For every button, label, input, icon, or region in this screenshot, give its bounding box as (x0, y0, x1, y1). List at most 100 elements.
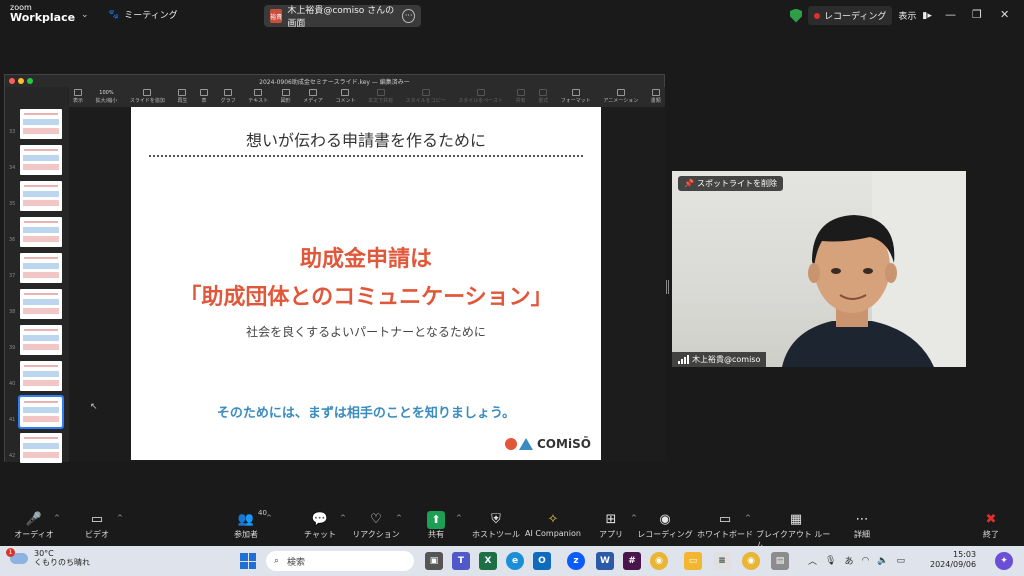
toolbar-glyph-icon (516, 89, 525, 96)
word-icon[interactable]: W (596, 552, 614, 570)
keynote-tool-label: フォーマット (560, 98, 591, 104)
microphone-icon[interactable]: 🎙 (825, 556, 836, 566)
toolbar-glyph-icon (74, 89, 82, 96)
chrome-profile-icon[interactable]: ◉ (742, 552, 760, 570)
keynote-tool-3[interactable]: 再生 (177, 87, 187, 107)
participant-name: 木上裕貴@comiso (692, 355, 761, 364)
windows-taskbar: 1 30°C くもりのち晴れ ⌕ 検索 ▣ T X e O z W # ◉ ▭ … (0, 546, 1024, 576)
keynote-tool-0[interactable]: 表示 (73, 87, 83, 107)
taskbar-search[interactable]: ⌕ 検索 (266, 551, 414, 571)
toolbar-button-close[interactable]: ✖ 終了 (951, 511, 1024, 540)
meeting-button[interactable]: 🐾 ミーティング (108, 8, 178, 22)
keynote-tool-15[interactable]: フォーマット (561, 87, 591, 107)
outlook-icon[interactable]: O (533, 552, 551, 570)
weather-widget[interactable]: 1 30°C くもりのち晴れ (6, 548, 90, 568)
screen-share-indicator[interactable]: 裕貴 木上裕貴@comiso さんの画面 ··· (264, 5, 421, 29)
cloud-icon: 1 (6, 548, 28, 565)
keynote-tool-4[interactable]: 表 (200, 87, 209, 107)
teams-icon[interactable]: T (452, 552, 470, 570)
toolbar-glyph-icon (200, 89, 209, 96)
toolbar-button-label: リアクション (352, 530, 400, 539)
minimize-icon[interactable]: — (945, 8, 956, 21)
app-icon[interactable]: ▤ (771, 552, 789, 570)
zoom-dot-icon[interactable] (27, 78, 33, 84)
toolbar-glyph-icon (539, 89, 548, 96)
keynote-tool-8[interactable]: メディア (303, 87, 323, 107)
close-icon: ✖ (985, 512, 997, 527)
keynote-tool-label: 表 (201, 98, 207, 104)
slack-icon[interactable]: # (623, 552, 641, 570)
volume-icon[interactable]: 🔈 (877, 556, 888, 566)
edge-icon[interactable]: e (506, 552, 524, 570)
keynote-tool-17[interactable]: 書類 (651, 87, 661, 107)
speaker-video-tile[interactable]: 📌 スポットライトを削除 木上裕貴@comiso (672, 171, 966, 367)
toolbar-button-participants[interactable]: 👥 参加者 (206, 511, 286, 540)
slide-thumbnail[interactable] (20, 361, 62, 391)
toolbar-button-whiteboard[interactable]: ▭ ホワイトボード (685, 511, 765, 540)
slide-heading: 想いが伝わる申請書を作るために (245, 131, 486, 150)
slide-thumbnail[interactable] (20, 145, 62, 175)
view-button[interactable]: 表示 (898, 9, 916, 22)
slide-thumbnail[interactable] (20, 325, 62, 355)
slide-thumbnail[interactable] (20, 289, 62, 319)
task-view-icon[interactable]: ▣ (425, 552, 443, 570)
excel-icon[interactable]: X (479, 552, 497, 570)
keynote-tool-10[interactable]: 本文で共有 (368, 87, 393, 107)
slide-thumbnail[interactable] (20, 253, 62, 283)
close-icon[interactable]: ✕ (1000, 8, 1009, 21)
toolbar-button-more[interactable]: ⋯ 詳細 (822, 511, 902, 540)
minimize-dot-icon[interactable] (18, 78, 24, 84)
mic-muted-icon: 🎤 (25, 512, 43, 527)
resize-handle[interactable] (666, 280, 669, 294)
keynote-tool-12[interactable]: スタイルをペースト (458, 87, 503, 107)
toolbar-button-video[interactable]: ▭ ビデオ (57, 511, 137, 540)
pin-icon: 📌 (684, 179, 694, 188)
security-shield-icon[interactable] (790, 8, 802, 23)
keynote-tool-16[interactable]: アニメーション (603, 87, 638, 107)
chevron-up-icon[interactable]: ^ (745, 514, 751, 522)
chat-icon: 💬 (311, 512, 329, 527)
restore-icon[interactable]: ❐ (972, 8, 982, 21)
keynote-tool-2[interactable]: スライドを追加 (130, 87, 165, 107)
signal-bars-icon (678, 355, 689, 364)
notepad-icon[interactable]: ≡ (713, 552, 731, 570)
keynote-tool-1[interactable]: 100% 拡大/縮小 (96, 87, 118, 107)
toolbar-button-label: オーディオ (14, 530, 54, 539)
search-placeholder: 検索 (287, 557, 306, 568)
zoom-app-icon[interactable]: z (567, 552, 585, 570)
keynote-tool-14[interactable]: 書式 (538, 87, 548, 107)
start-button[interactable] (240, 553, 256, 569)
slide-number: 41 (9, 417, 16, 423)
chrome-icon[interactable]: ◉ (650, 552, 668, 570)
slide-thumbnail[interactable] (20, 217, 62, 247)
ime-indicator[interactable]: あ (844, 554, 853, 567)
file-explorer-icon[interactable]: ▭ (684, 552, 702, 570)
keynote-tool-5[interactable]: グラフ (221, 87, 236, 107)
taskbar-clock[interactable]: 15:03 2024/09/06 (930, 550, 976, 571)
keynote-tool-13[interactable]: 共有 (516, 87, 526, 107)
keynote-tool-6[interactable]: テキスト (248, 87, 268, 107)
keynote-tool-11[interactable]: スタイルをコピー (406, 87, 446, 107)
battery-icon[interactable]: ▭ (897, 556, 906, 566)
more-icon[interactable]: ··· (402, 9, 415, 23)
wifi-icon[interactable]: ◠ (861, 556, 869, 566)
recording-indicator[interactable]: レコーディング (808, 6, 893, 25)
toolbar-glyph-icon (143, 89, 152, 96)
keynote-tool-7[interactable]: 図形 (281, 87, 291, 107)
slide-thumbnail[interactable] (20, 433, 62, 463)
video-icon: ▭ (90, 512, 104, 527)
system-tray: ︿ 🎙 あ ◠ 🔈 ▭ (808, 554, 906, 568)
slide-thumbnail[interactable] (18, 395, 64, 429)
chevron-up-icon[interactable]: ︿ (808, 554, 817, 567)
dotted-divider (149, 155, 583, 157)
keynote-tool-9[interactable]: コメント (335, 87, 356, 107)
chevron-up-icon[interactable]: ^ (117, 514, 123, 522)
slide-thumbnail[interactable] (20, 109, 62, 139)
copilot-icon[interactable]: ✦ (995, 552, 1013, 570)
zoom-logo: zoom Workplace (10, 4, 75, 24)
chevron-down-icon[interactable]: ⌄ (81, 10, 89, 20)
toolbar-button-label: ビデオ (85, 530, 109, 539)
slide-thumbnail[interactable] (20, 181, 62, 211)
remove-spotlight-button[interactable]: 📌 スポットライトを削除 (678, 176, 783, 191)
close-dot-icon[interactable] (9, 78, 15, 84)
